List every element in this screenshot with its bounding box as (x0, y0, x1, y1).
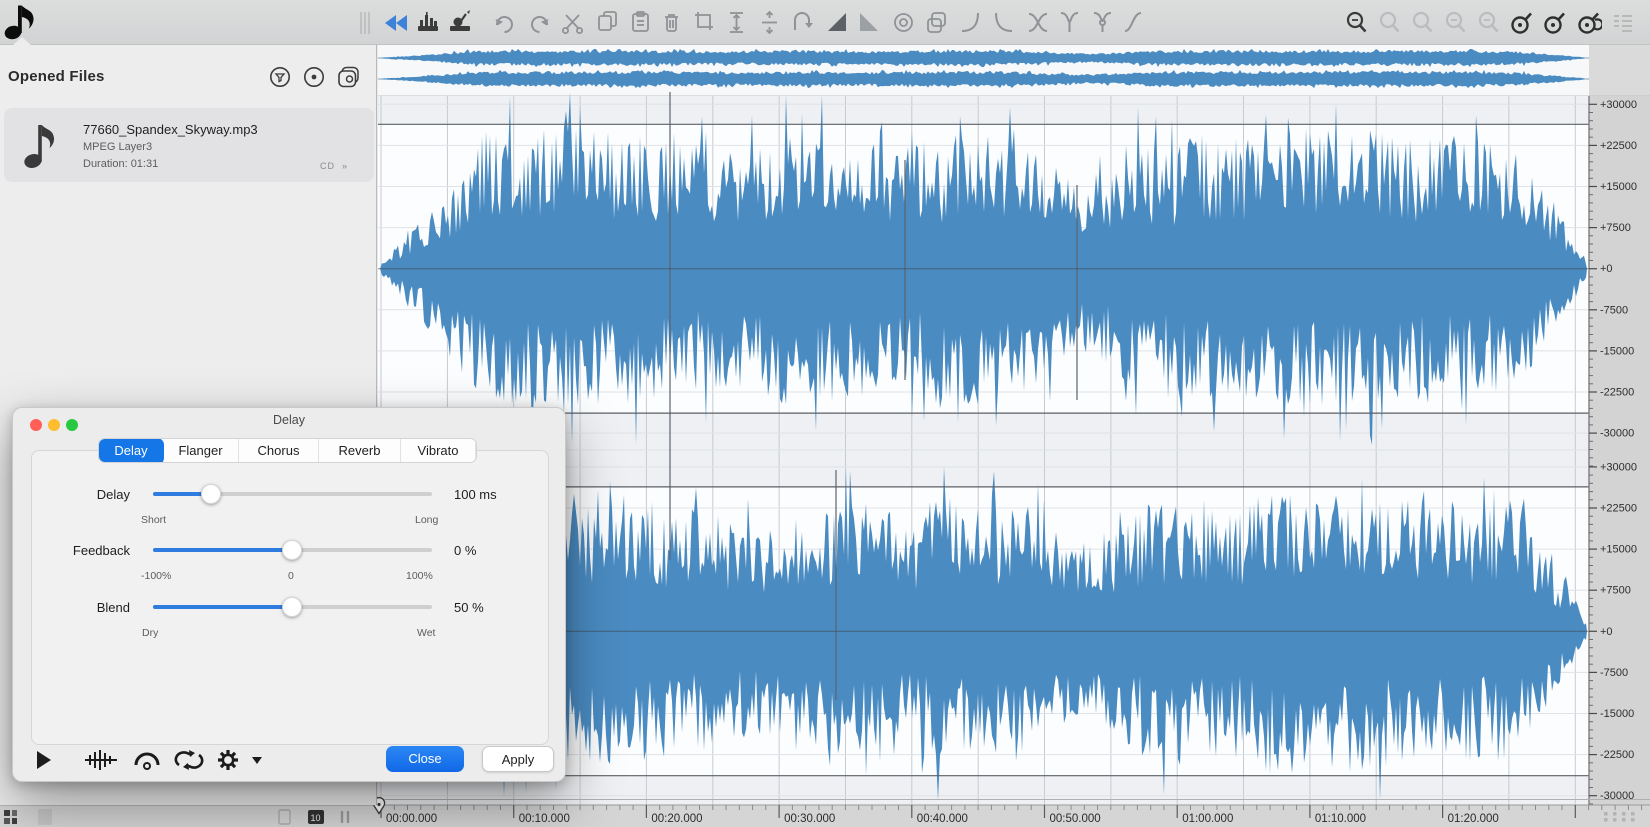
svg-text:+22500: +22500 (1600, 503, 1637, 515)
svg-text:10: 10 (311, 813, 321, 823)
svg-text:00:30.000: 00:30.000 (784, 813, 835, 825)
svg-text:00:00.000: 00:00.000 (386, 813, 437, 825)
svg-text:00:10.000: 00:10.000 (519, 813, 570, 825)
svg-text:+7500: +7500 (1600, 222, 1631, 234)
svg-text:01:00.000: 01:00.000 (1182, 813, 1233, 825)
svg-text:01:20.000: 01:20.000 (1448, 813, 1499, 825)
svg-text:00:50.000: 00:50.000 (1050, 813, 1101, 825)
svg-text:-15000: -15000 (1600, 345, 1634, 357)
svg-text:+30000: +30000 (1600, 99, 1637, 111)
svg-text:+15000: +15000 (1600, 544, 1637, 556)
svg-text:-15000: -15000 (1600, 708, 1634, 720)
svg-text:-22500: -22500 (1600, 387, 1634, 399)
svg-text:+7500: +7500 (1600, 585, 1631, 597)
svg-text:+15000: +15000 (1600, 181, 1637, 193)
svg-text:+0: +0 (1600, 263, 1613, 275)
svg-text:-7500: -7500 (1600, 667, 1628, 679)
svg-text:-7500: -7500 (1600, 304, 1628, 316)
svg-text:-30000: -30000 (1600, 790, 1634, 802)
svg-text:+30000: +30000 (1600, 461, 1637, 473)
svg-text:00:40.000: 00:40.000 (917, 813, 968, 825)
svg-text:+0: +0 (1600, 626, 1613, 638)
svg-text:00:20.000: 00:20.000 (651, 813, 702, 825)
svg-text:-30000: -30000 (1600, 428, 1634, 440)
svg-text:01:10.000: 01:10.000 (1315, 813, 1366, 825)
svg-text:-22500: -22500 (1600, 749, 1634, 761)
svg-text:+22500: +22500 (1600, 140, 1637, 152)
